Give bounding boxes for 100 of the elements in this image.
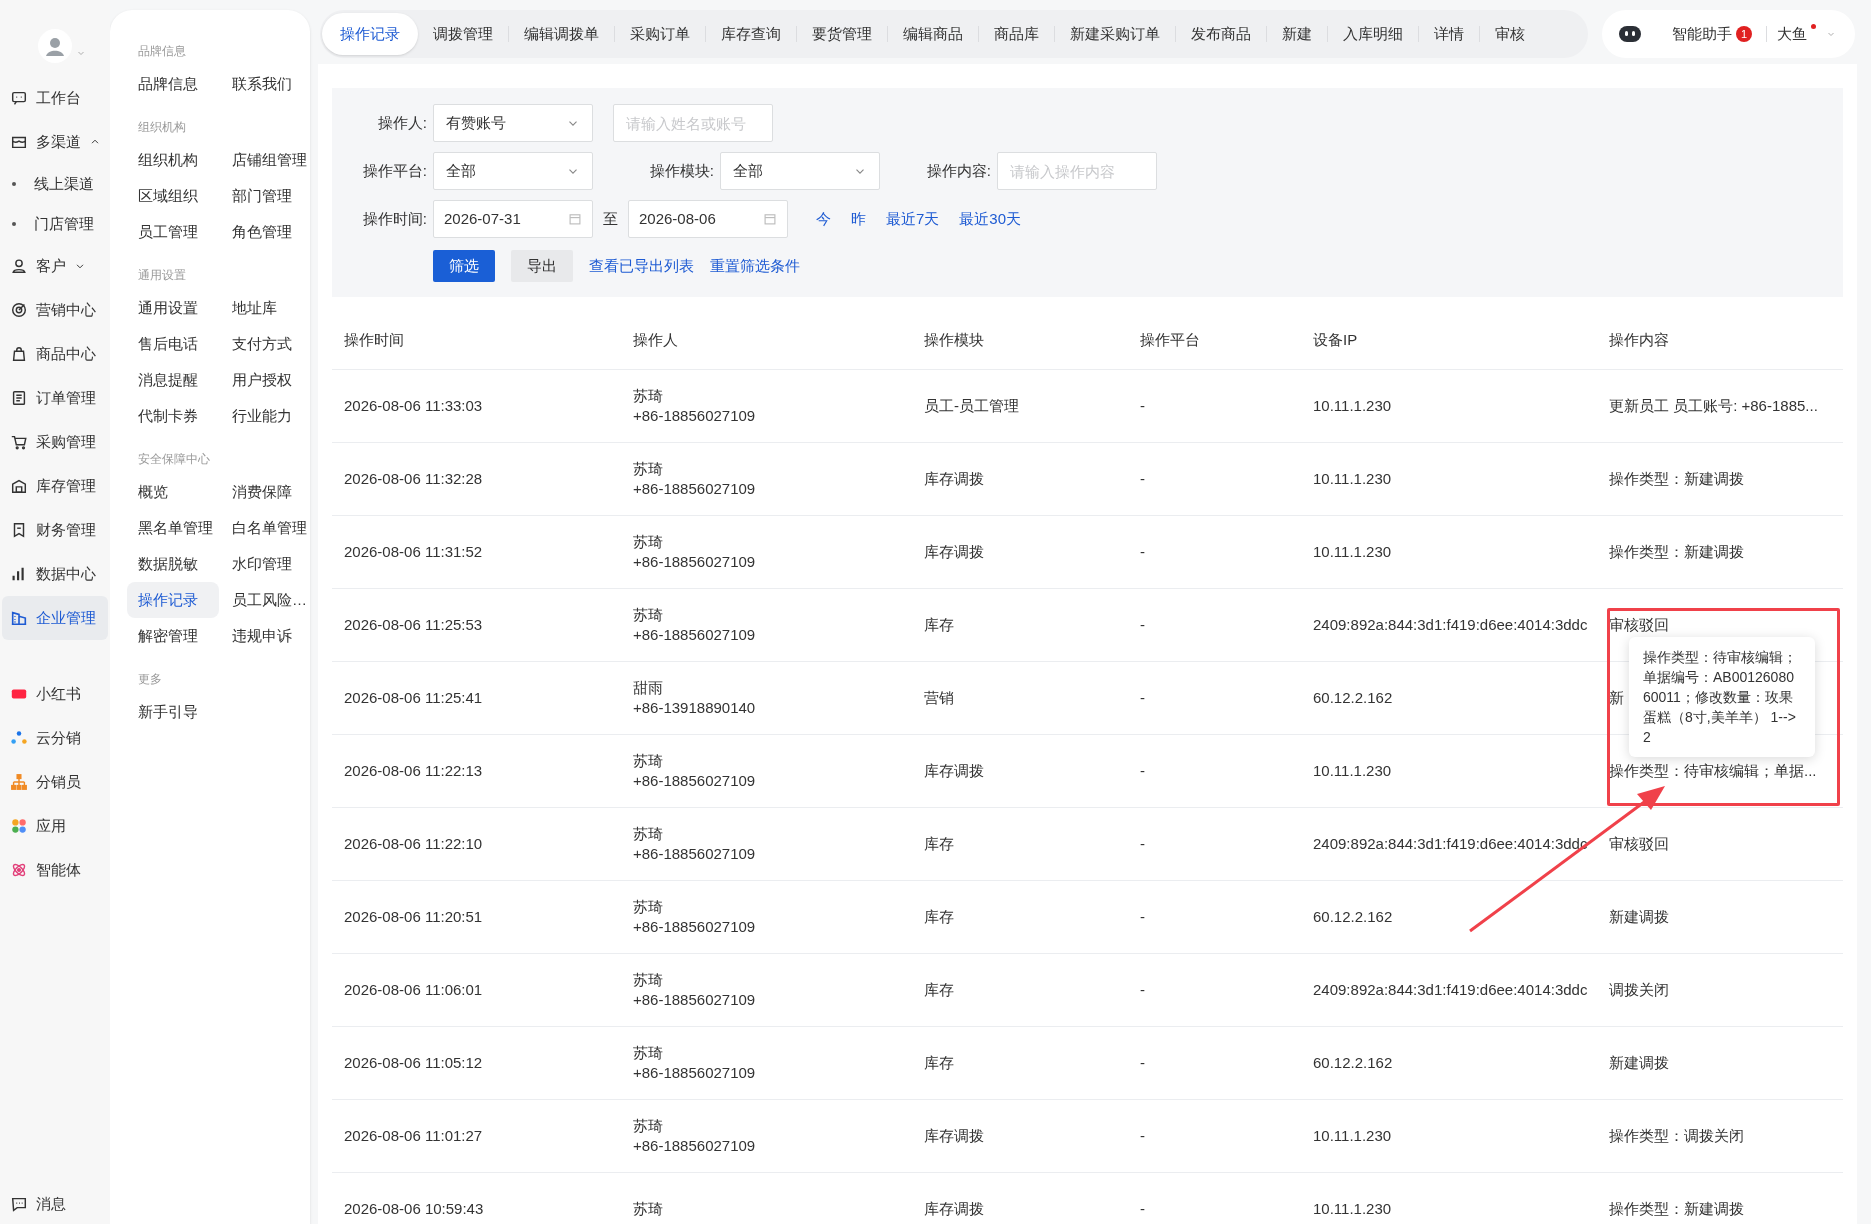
assistant-button[interactable]: 智能助手 [1672,22,1732,46]
nav-item[interactable]: 应用 [2,804,108,848]
tab[interactable]: 审核 [1480,13,1540,55]
submenu-item[interactable]: 操作记录 [127,582,219,618]
submenu-item[interactable]: 角色管理 [221,214,315,250]
tab[interactable]: 库存查询 [706,13,796,55]
chat-icon [10,89,28,107]
nav-item[interactable]: 采购管理 [2,420,108,464]
filter-button[interactable]: 筛选 [433,250,495,282]
tab[interactable]: 详情 [1419,13,1479,55]
submenu-item[interactable]: 通用设置 [127,290,221,326]
tab[interactable]: 编辑商品 [888,13,978,55]
select-field[interactable]: 全部 [433,152,593,190]
table-cell-text: 新建调拨 [1609,906,1669,927]
tab[interactable]: 发布商品 [1176,13,1266,55]
submenu-item[interactable]: 消费保障 [221,474,315,510]
atom-icon [10,861,28,879]
nav-subitem[interactable]: 门店管理 [0,204,110,244]
four-dots-icon [10,817,28,835]
select-value: 有赞账号 [446,112,506,133]
tab[interactable]: 调拨管理 [418,13,508,55]
quick-range-link[interactable]: 最近7天 [886,207,940,231]
link[interactable]: 查看已导出列表 [589,254,694,278]
table-cell-text: - [1140,1198,1146,1219]
submenu-item[interactable]: 白名单管理 [221,510,315,546]
submenu-item[interactable]: 水印管理 [221,546,315,582]
submenu-item[interactable]: 解密管理 [127,618,221,654]
table-cell-text: 2026-08-06 11:32:28 [344,468,484,489]
operator-phone: +86-18856027109 [633,1063,757,1083]
nav-item[interactable]: 企业管理 [2,596,108,640]
date-field[interactable]: 2026-08-06 [628,200,788,238]
nav-item[interactable]: 营销中心 [2,288,108,332]
nav-item[interactable]: 数据中心 [2,552,108,596]
quick-range-link[interactable]: 今 [816,207,831,231]
nav-item[interactable]: 订单管理 [2,376,108,420]
submenu-item[interactable]: 售后电话 [127,326,221,362]
operator-name: 苏琦 [633,970,664,990]
table-cell-text: 新建调拨 [1609,1052,1669,1073]
select-field[interactable]: 全部 [720,152,880,190]
table-cell-text: 库存 [924,614,955,635]
tab[interactable]: 编辑调拨单 [509,13,614,55]
submenu-item[interactable]: 代制卡券 [127,398,221,434]
tab[interactable]: 操作记录 [322,13,418,55]
tab[interactable]: 新建 [1267,13,1327,55]
tab[interactable]: 新建采购订单 [1055,13,1175,55]
submenu-item[interactable]: 店铺组管理 [221,142,315,178]
nav-item[interactable]: 财务管理 [2,508,108,552]
triangle-dots-icon [10,729,28,747]
user-menu[interactable]: 大鱼 [1777,22,1811,46]
operator-phone: +86-18856027109 [633,844,757,864]
nav-item[interactable]: 多渠道 [2,120,108,164]
submenu-item[interactable]: 用户授权 [221,362,315,398]
submenu-item[interactable]: 数据脱敏 [127,546,221,582]
tab[interactable]: 入库明细 [1328,13,1418,55]
nav-item[interactable]: 小红书 [2,672,108,716]
tab[interactable]: 要货管理 [797,13,887,55]
submenu-item[interactable]: 黑名单管理 [127,510,221,546]
submenu-item[interactable]: 支付方式 [221,326,315,362]
nav-item[interactable]: 云分销 [2,716,108,760]
nav-item[interactable]: 客户 [2,244,108,288]
nav-item[interactable]: 商品中心 [2,332,108,376]
link[interactable]: 重置筛选条件 [710,254,800,278]
nav-label: 应用 [36,815,66,836]
section-title: 品牌信息 [137,43,187,60]
nav-item[interactable]: 工作台 [2,76,108,120]
submenu-item[interactable]: 员工风险… [221,582,315,618]
quick-range-link[interactable]: 昨 [851,207,866,231]
submenu-item[interactable]: 地址库 [221,290,315,326]
select-field[interactable]: 有赞账号 [433,104,593,142]
nav-item[interactable]: 智能体 [2,848,108,892]
submenu-item[interactable]: 联系我们 [221,66,315,102]
nav-item[interactable]: 分销员 [2,760,108,804]
tab[interactable]: 采购订单 [615,13,705,55]
tab[interactable]: 商品库 [979,13,1054,55]
nav-label: 门店管理 [34,213,94,234]
avatar[interactable] [38,29,72,63]
message-item[interactable]: 消息 [0,1184,66,1224]
submenu-item[interactable]: 品牌信息 [127,66,221,102]
submenu-item[interactable]: 组织机构 [127,142,221,178]
field-label: 操作时间: [361,208,427,229]
quick-range-link[interactable]: 最近30天 [959,207,1022,231]
nav-label: 云分销 [36,727,81,748]
submenu-item[interactable]: 部门管理 [221,178,315,214]
table-cell-text: 2026-08-06 11:06:01 [344,979,484,1000]
submenu-item[interactable]: 区域组织 [127,178,221,214]
nav-label: 多渠道 [36,131,81,152]
section-title: 组织机构 [137,119,187,136]
nav-item[interactable]: 库存管理 [2,464,108,508]
submenu-item[interactable]: 违规申诉 [221,618,315,654]
submenu-item[interactable]: 员工管理 [127,214,221,250]
submenu-item[interactable]: 概览 [127,474,221,510]
submenu-item[interactable]: 消息提醒 [127,362,221,398]
column-header: 操作模块 [924,329,985,350]
nav-subitem[interactable]: 线上渠道 [0,164,110,204]
robot-icon[interactable] [1618,24,1642,44]
filter-button[interactable]: 导出 [511,250,573,282]
date-field[interactable]: 2026-07-31 [433,200,593,238]
submenu-item[interactable]: 行业能力 [221,398,315,434]
operator-name: 苏琦 [633,1043,664,1063]
submenu-item[interactable]: 新手引导 [127,694,221,730]
